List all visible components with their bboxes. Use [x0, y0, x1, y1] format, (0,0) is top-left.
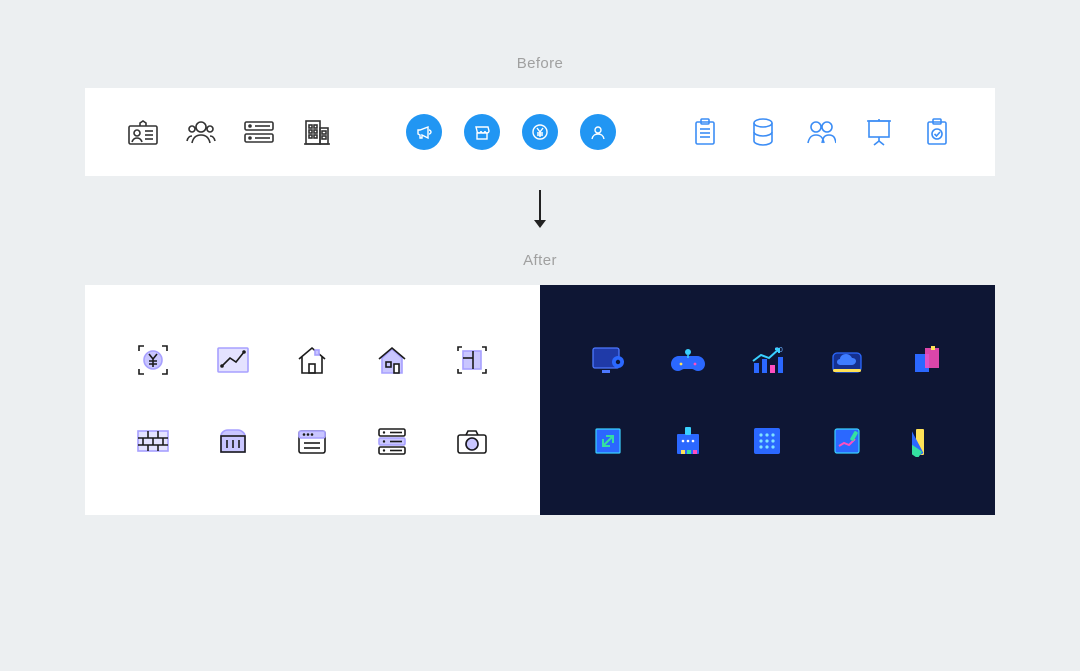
- stacked-blocks-icon: [905, 338, 949, 382]
- house-outline-icon: [290, 338, 334, 382]
- yen-circle-icon: [522, 114, 558, 150]
- cloud-badge-icon: [825, 338, 869, 382]
- gamepad-neon-icon: [666, 338, 710, 382]
- before-group-blue-outline: [687, 114, 955, 150]
- yen-frame-icon: [131, 338, 175, 382]
- line-chart-icon: [211, 338, 255, 382]
- id-card-icon: [125, 114, 161, 150]
- users-outline-icon: [803, 114, 839, 150]
- scale-window-icon: [586, 419, 630, 463]
- people-group-icon: [183, 114, 219, 150]
- trend-chart-neon-icon: 30: [745, 338, 789, 382]
- palette-swatch-icon: [905, 419, 949, 463]
- house-duotone-icon: [370, 338, 414, 382]
- presentation-icon: [861, 114, 897, 150]
- container-icon: [211, 419, 255, 463]
- database-icon: [745, 114, 781, 150]
- after-dark-panel: 30: [540, 285, 995, 515]
- arrow-down-icon: [0, 188, 1080, 232]
- user-circle-icon: [580, 114, 616, 150]
- firewall-icon: [131, 419, 175, 463]
- before-group-filled: [406, 114, 616, 150]
- before-icon-bar: [85, 88, 995, 176]
- monitor-gear-icon: [586, 338, 630, 382]
- app-grid-neon-icon: [745, 419, 789, 463]
- store-circle-icon: [464, 114, 500, 150]
- server-rack-icon: [370, 419, 414, 463]
- shield-check-icon: [919, 114, 955, 150]
- building-icon: [299, 114, 335, 150]
- after-panels: 30: [85, 285, 995, 515]
- after-light-panel: [85, 285, 540, 515]
- edit-note-neon-icon: [825, 419, 869, 463]
- after-label: After: [0, 252, 1080, 269]
- camera-icon: [450, 419, 494, 463]
- blueprint-icon: [450, 338, 494, 382]
- megaphone-circle-icon: [406, 114, 442, 150]
- calendar-app-icon: [290, 419, 334, 463]
- before-group-dark: [125, 114, 335, 150]
- before-label: Before: [0, 55, 1080, 72]
- credit-card-stack-icon: [241, 114, 277, 150]
- clipboard-list-icon: [687, 114, 723, 150]
- marker-board-icon: [666, 419, 710, 463]
